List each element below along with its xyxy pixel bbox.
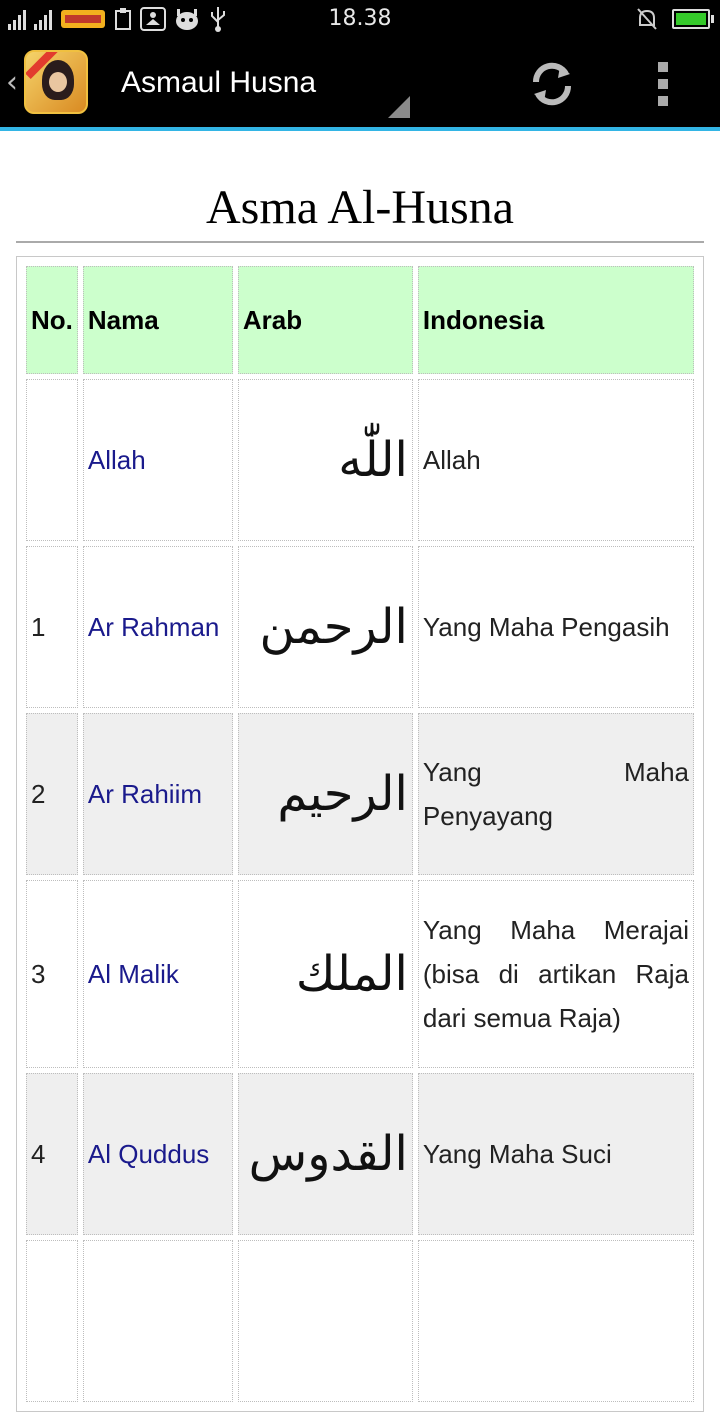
cell-indonesia: Yang Maha Merajai (bisa di artikan Raja … [417, 880, 694, 1068]
cell-indonesia: Yang Maha Suci [417, 1073, 694, 1235]
mute-notification-icon [636, 7, 658, 31]
header-arab: Arab [237, 266, 413, 374]
cell-nama[interactable]: Al Malik [82, 880, 233, 1068]
name-link[interactable]: Al Quddus [88, 1139, 209, 1169]
header-nama: Nama [82, 266, 233, 374]
title-divider [16, 241, 704, 243]
cell-empty [237, 1240, 413, 1402]
table-row-partial [26, 1240, 694, 1402]
cell-nama[interactable]: Ar Rahman [82, 546, 233, 708]
spinner-indicator-icon[interactable] [388, 96, 410, 118]
table-header-row: No. Nama Arab Indonesia [26, 266, 694, 374]
header-no: No. [26, 266, 78, 374]
cell-arab: الرحمن [237, 546, 413, 708]
table-row: 3 Al Malik الملك Yang Maha Merajai (bisa… [26, 880, 694, 1068]
overflow-menu-icon[interactable] [656, 62, 670, 106]
name-link[interactable]: Al Malik [88, 959, 179, 989]
cell-indonesia: Yang Maha Penyayang [417, 713, 694, 875]
cell-no: 2 [26, 713, 78, 875]
app-logo-icon[interactable] [24, 50, 88, 114]
back-chevron-icon[interactable]: ‹ [6, 68, 18, 98]
status-bar: 18.38 [0, 0, 720, 38]
cell-no: 3 [26, 880, 78, 1068]
page-title: Asma Al-Husna [206, 181, 514, 234]
cell-indonesia: Allah [417, 379, 694, 541]
cell-empty [26, 1240, 78, 1402]
asma-table: No. Nama Arab Indonesia Allah اللّٰه All… [16, 256, 704, 1412]
name-link[interactable]: Ar Rahman [88, 612, 220, 642]
action-bar: ‹ Asmaul Husna [0, 38, 720, 128]
cell-nama[interactable]: Al Quddus [82, 1073, 233, 1235]
cell-no: 1 [26, 546, 78, 708]
cell-arab: اللّٰه [237, 379, 413, 541]
action-bar-divider [0, 127, 720, 131]
table-row: Allah اللّٰه Allah [26, 379, 694, 541]
cell-arab: الملك [237, 880, 413, 1068]
battery-charging-icon [672, 9, 714, 29]
name-link[interactable]: Ar Rahiim [88, 779, 202, 809]
cell-arab: القدوس [237, 1073, 413, 1235]
table-row: 4 Al Quddus القدوس Yang Maha Suci [26, 1073, 694, 1235]
cell-empty [82, 1240, 233, 1402]
table-row: 2 Ar Rahiim الرحيم Yang Maha Penyayang [26, 713, 694, 875]
cell-arab: الرحيم [237, 713, 413, 875]
cell-indonesia: Yang Maha Pengasih [417, 546, 694, 708]
app-title[interactable]: Asmaul Husna [121, 66, 316, 100]
status-icons-right [636, 4, 714, 34]
status-time: 18.38 [328, 6, 392, 31]
cell-no: 4 [26, 1073, 78, 1235]
refresh-icon[interactable] [526, 58, 578, 110]
name-link[interactable]: Allah [88, 445, 146, 475]
cell-nama[interactable]: Ar Rahiim [82, 713, 233, 875]
table-row: 1 Ar Rahman الرحمن Yang Maha Pengasih [26, 546, 694, 708]
cell-no [26, 379, 78, 541]
cell-nama[interactable]: Allah [82, 379, 233, 541]
cell-empty [417, 1240, 694, 1402]
header-indonesia: Indonesia [417, 266, 694, 374]
